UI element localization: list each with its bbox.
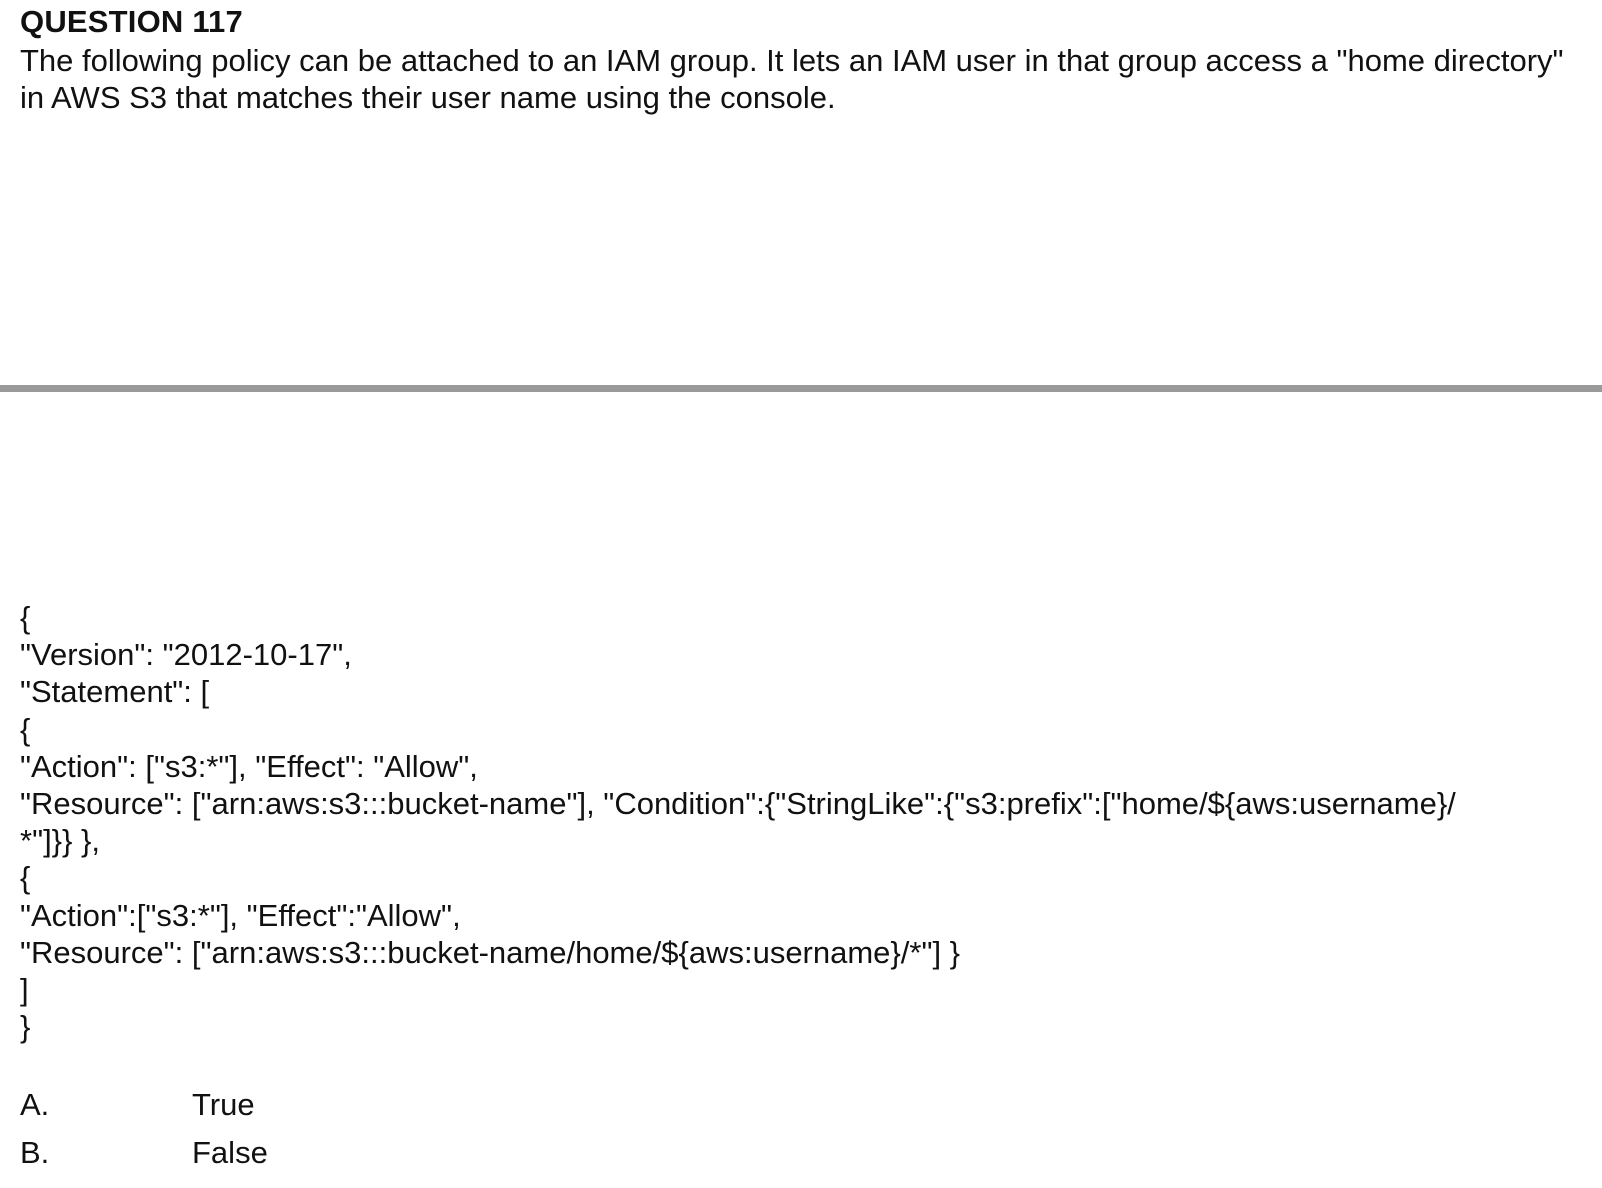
policy-line: "Action": ["s3:*"], "Effect": "Allow", xyxy=(20,748,478,784)
option-b[interactable]: B. False xyxy=(20,1135,620,1183)
policy-line: "Statement": [ xyxy=(20,674,210,710)
policy-line: } xyxy=(20,1009,31,1045)
answer-options: A. True B. False xyxy=(20,1087,620,1183)
policy-line: { xyxy=(20,711,31,747)
option-letter: A. xyxy=(20,1087,50,1122)
option-a[interactable]: A. True xyxy=(20,1087,620,1135)
option-letter: B. xyxy=(20,1135,50,1170)
policy-line: "Resource": ["arn:aws:s3:::bucket-name"]… xyxy=(20,786,1456,822)
policy-line: "Resource": ["arn:aws:s3:::bucket-name/h… xyxy=(20,934,961,970)
option-text: False xyxy=(192,1135,268,1170)
policy-line: *"]}} }, xyxy=(20,823,100,859)
question-title: QUESTION 117 xyxy=(20,4,243,39)
policy-line: ] xyxy=(20,972,29,1008)
policy-line: { xyxy=(20,600,31,635)
policy-line: { xyxy=(20,860,31,896)
policy-line: "Action":["s3:*"], "Effect":"Allow", xyxy=(20,897,461,933)
section-divider xyxy=(0,385,1602,392)
policy-code-block: { "Version": "2012-10-17", "Statement": … xyxy=(20,599,1595,1045)
question-text: The following policy can be attached to … xyxy=(20,43,1564,115)
policy-line: "Version": "2012-10-17", xyxy=(20,637,352,673)
option-text: True xyxy=(192,1087,255,1122)
